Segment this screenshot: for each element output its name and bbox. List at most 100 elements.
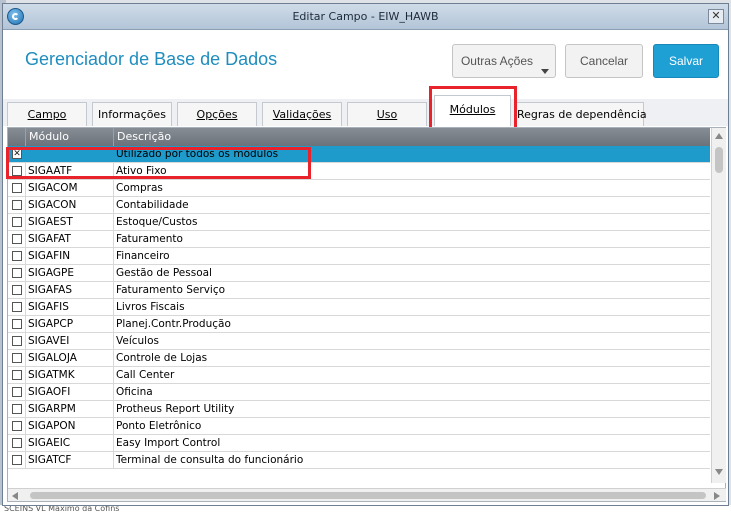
table-row[interactable]: SIGAOFI Oficina [8, 384, 710, 401]
cell-modulo: SIGAOFI [26, 384, 114, 400]
checkbox[interactable] [12, 251, 22, 261]
row-checkbox-cell [8, 333, 26, 349]
cell-modulo: SIGAGPE [26, 265, 114, 281]
tab-modulos[interactable]: Módulos [434, 95, 511, 126]
vertical-scroll-thumb[interactable] [715, 147, 723, 173]
caret-down-icon [541, 69, 549, 74]
cell-descricao: Faturamento [116, 233, 183, 245]
cell-descricao: Call Center [116, 369, 175, 381]
tab-opcoes[interactable]: Opções [177, 102, 257, 126]
cell-descricao: Contabilidade [116, 199, 189, 211]
checkbox[interactable] [12, 387, 22, 397]
more-actions-label: Outras Ações [460, 54, 534, 68]
checkbox[interactable] [12, 370, 22, 380]
checkbox[interactable] [12, 336, 22, 346]
cell-descricao: Ponto Eletrônico [116, 420, 202, 432]
more-actions-button[interactable]: Outras Ações [452, 44, 556, 78]
scroll-up-icon[interactable] [715, 133, 723, 139]
row-checkbox-cell [8, 282, 26, 298]
cell-modulo: SIGAPON [26, 418, 114, 434]
cell-modulo: SIGATMK [26, 367, 114, 383]
checkbox[interactable] [12, 438, 22, 448]
tab-campo[interactable]: Campo [7, 102, 87, 126]
table-row[interactable]: SIGAPON Ponto Eletrônico [8, 418, 710, 435]
cell-descricao: Estoque/Custos [116, 216, 198, 228]
row-checkbox-cell [8, 180, 26, 196]
tab-regras-dependencia[interactable]: Regras de dependência [516, 102, 647, 126]
table-row[interactable]: SIGAVEI Veículos [8, 333, 710, 350]
checkbox[interactable] [12, 319, 22, 329]
save-button[interactable]: Salvar [653, 44, 719, 78]
window-title: Editar Campo - EIW_HAWB [292, 10, 439, 23]
checkbox[interactable] [12, 455, 22, 465]
row-checkbox-cell [8, 435, 26, 451]
cell-modulo: SIGAFAS [26, 282, 114, 298]
row-checkbox-cell [8, 316, 26, 332]
table-row[interactable]: SIGAATF Ativo Fixo [8, 163, 710, 180]
checkbox[interactable] [12, 183, 22, 193]
table-row[interactable]: SIGAEIC Easy Import Control [8, 435, 710, 452]
checkbox[interactable] [12, 166, 22, 176]
grid-header: Módulo Descrição [8, 128, 710, 146]
table-row[interactable]: SIGAGPE Gestão de Pessoal [8, 265, 710, 282]
titlebar: Editar Campo - EIW_HAWB ✕ [3, 4, 728, 30]
cell-modulo: SIGAFIN [26, 248, 114, 264]
vertical-scrollbar[interactable] [711, 128, 726, 483]
table-row[interactable]: SIGAFIN Financeiro [8, 248, 710, 265]
cell-descricao: Planej.Contr.Produção [116, 318, 231, 330]
cell-descricao: Ativo Fixo [116, 165, 167, 177]
cell-modulo: SIGAEST [26, 214, 114, 230]
horizontal-scrollbar[interactable] [8, 488, 726, 501]
cell-descricao: Gestão de Pessoal [116, 267, 212, 279]
table-row[interactable]: ✕ Utilizado por todos os módulos [8, 146, 710, 163]
checkbox[interactable] [12, 268, 22, 278]
table-row[interactable]: SIGALOJA Controle de Lojas [8, 350, 710, 367]
row-checkbox-cell [8, 231, 26, 247]
row-checkbox-cell [8, 197, 26, 213]
checkbox[interactable] [12, 353, 22, 363]
cell-modulo: SIGAATF [26, 163, 114, 179]
cancel-button[interactable]: Cancelar [565, 44, 643, 78]
checkbox[interactable] [12, 404, 22, 414]
scroll-right-icon[interactable] [714, 492, 720, 500]
close-button[interactable]: ✕ [708, 9, 724, 24]
row-checkbox-cell [8, 384, 26, 400]
column-header-modulo[interactable]: Módulo [26, 128, 114, 146]
table-row[interactable]: SIGARPM Protheus Report Utility [8, 401, 710, 418]
scroll-down-icon[interactable] [715, 469, 723, 475]
row-checkbox-cell [8, 401, 26, 417]
cell-descricao: Utilizado por todos os módulos [116, 148, 279, 160]
cell-modulo: SIGAFIS [26, 299, 114, 315]
tab-validacoes[interactable]: Validações [262, 102, 342, 126]
cell-modulo: SIGAFAT [26, 231, 114, 247]
table-row[interactable]: SIGACOM Compras [8, 180, 710, 197]
tab-informacoes[interactable]: Informações [92, 102, 172, 126]
cell-modulo [26, 146, 114, 162]
cell-descricao: Controle de Lojas [116, 352, 208, 364]
cell-descricao: Veículos [116, 335, 159, 347]
row-checkbox-cell [8, 350, 26, 366]
checkbox[interactable] [12, 234, 22, 244]
table-row[interactable]: SIGAPCP Planej.Contr.Produção [8, 316, 710, 333]
table-row[interactable]: SIGACON Contabilidade [8, 197, 710, 214]
table-row[interactable]: SIGAEST Estoque/Custos [8, 214, 710, 231]
horizontal-scroll-thumb[interactable] [30, 492, 706, 499]
checkbox[interactable] [12, 421, 22, 431]
scroll-left-icon[interactable] [12, 492, 18, 500]
cell-descricao: Financeiro [116, 250, 170, 262]
row-checkbox-cell [8, 452, 26, 468]
checked-checkbox[interactable]: ✕ [12, 149, 22, 159]
table-row[interactable]: SIGATCF Terminal de consulta do funcionár… [8, 452, 710, 469]
checkbox[interactable] [12, 285, 22, 295]
background-app-status: SCEINS VL Maximo da Cofins [0, 504, 731, 514]
row-checkbox-cell [8, 367, 26, 383]
table-row[interactable]: SIGAFAT Faturamento [8, 231, 710, 248]
checkbox[interactable] [12, 200, 22, 210]
checkbox[interactable] [12, 217, 22, 227]
column-header-descricao[interactable]: Descrição [114, 128, 710, 146]
table-row[interactable]: SIGAFAS Faturamento Serviço [8, 282, 710, 299]
table-row[interactable]: SIGAFIS Livros Fiscais [8, 299, 710, 316]
table-row[interactable]: SIGATMK Call Center [8, 367, 710, 384]
tab-uso[interactable]: Uso [347, 102, 427, 126]
checkbox[interactable] [12, 302, 22, 312]
